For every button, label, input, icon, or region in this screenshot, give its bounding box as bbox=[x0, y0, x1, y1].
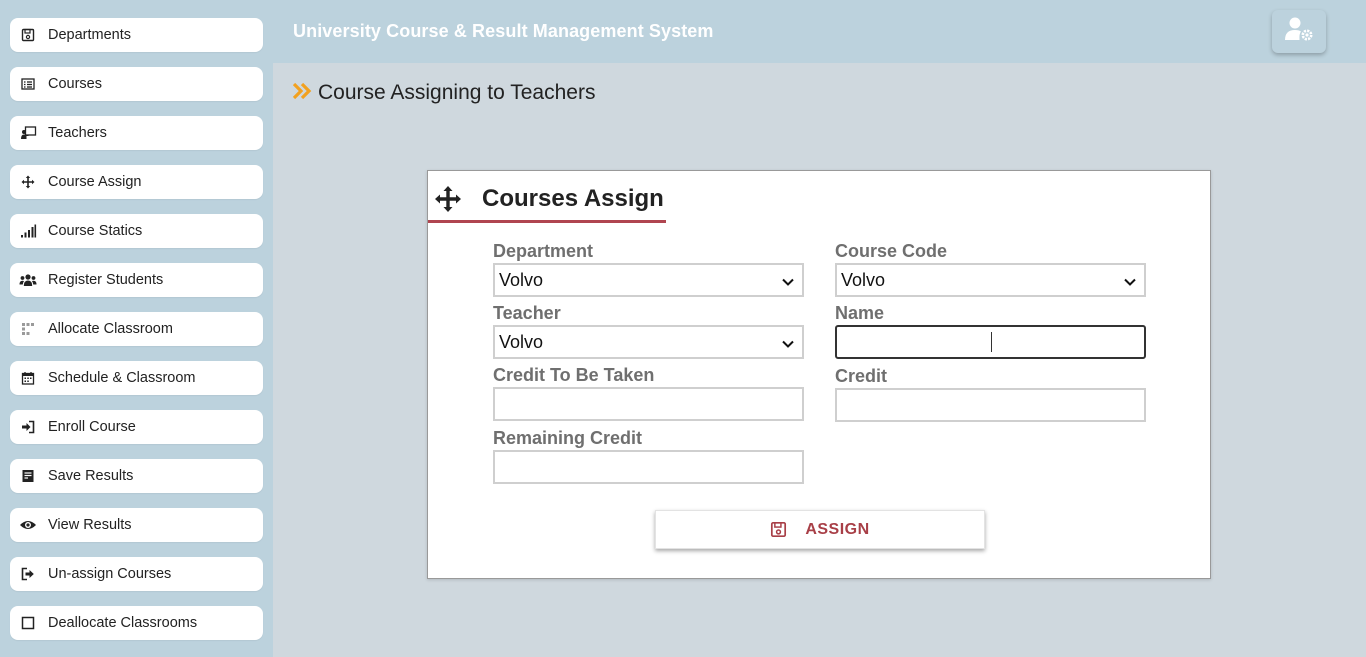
sidebar-item-label: Schedule & Classroom bbox=[48, 370, 196, 386]
sidebar-item-label: Course Statics bbox=[48, 223, 143, 239]
sidebar-item-label: Enroll Course bbox=[48, 419, 136, 435]
user-settings-button[interactable] bbox=[1272, 10, 1326, 53]
name-label: Name bbox=[835, 303, 885, 323]
square-icon bbox=[19, 615, 37, 631]
form-header: Courses Assign bbox=[428, 171, 666, 223]
sidebar-item-label: Register Students bbox=[48, 272, 164, 288]
department-select[interactable]: Volvo bbox=[493, 263, 804, 297]
sidebar-item-departments[interactable]: Departments bbox=[10, 18, 263, 52]
name-input[interactable] bbox=[835, 325, 1146, 359]
remaining-credit-label: Remaining Credit bbox=[493, 428, 643, 448]
credit-to-be-taken-label: Credit To Be Taken bbox=[493, 365, 655, 385]
teacher-select[interactable]: Volvo bbox=[493, 325, 804, 359]
sidebar-item-deallocate-classrooms[interactable]: Deallocate Classrooms bbox=[10, 606, 263, 640]
text-cursor bbox=[991, 332, 992, 352]
sidebar-item-label: Save Results bbox=[48, 468, 134, 484]
eye-icon bbox=[19, 517, 37, 533]
signal-icon bbox=[19, 223, 37, 239]
sidebar-item-course-assign[interactable]: Course Assign bbox=[10, 165, 263, 199]
arrows-move-icon bbox=[434, 185, 462, 213]
sidebar-item-label: View Results bbox=[48, 517, 132, 533]
sidebar-item-save-results[interactable]: Save Results bbox=[10, 459, 263, 493]
app-title: University Course & Result Management Sy… bbox=[293, 21, 714, 41]
course-code-select[interactable]: Volvo bbox=[835, 263, 1146, 297]
calendar-icon bbox=[19, 370, 37, 386]
sidebar-item-allocate-classroom[interactable]: Allocate Classroom bbox=[10, 312, 263, 346]
user-cog-icon bbox=[1284, 16, 1314, 47]
department-label: Department bbox=[493, 241, 594, 261]
remaining-credit-input[interactable] bbox=[493, 450, 804, 484]
teacher-selected-value: Volvo bbox=[499, 331, 544, 352]
sidebar-item-courses[interactable]: Courses bbox=[10, 67, 263, 101]
top-header: University Course & Result Management Sy… bbox=[273, 0, 1366, 63]
assign-button-label: ASSIGN bbox=[805, 520, 870, 538]
sidebar-item-label: Departments bbox=[48, 27, 132, 43]
sidebar-item-teachers[interactable]: Teachers bbox=[10, 116, 263, 150]
sidebar-item-label: Teachers bbox=[48, 125, 107, 141]
sidebar-item-enroll-course[interactable]: Enroll Course bbox=[10, 410, 263, 444]
list-icon bbox=[19, 76, 37, 92]
sidebar-item-label: Deallocate Classrooms bbox=[48, 615, 198, 631]
course-assign-form: Courses Assign Department Volvo Teacher … bbox=[427, 170, 1211, 579]
page-title: Course Assigning to Teachers bbox=[292, 80, 596, 106]
sign-in-icon bbox=[19, 419, 37, 435]
chevron-down-icon bbox=[1124, 270, 1136, 291]
grid-icon bbox=[19, 321, 37, 337]
sidebar-item-unassign-courses[interactable]: Un-assign Courses bbox=[10, 557, 263, 591]
sidebar-item-schedule-classroom[interactable]: Schedule & Classroom bbox=[10, 361, 263, 395]
sidebar-item-register-students[interactable]: Register Students bbox=[10, 263, 263, 297]
chevron-down-icon bbox=[782, 270, 794, 291]
credit-label: Credit bbox=[835, 366, 888, 386]
course-code-label: Course Code bbox=[835, 241, 948, 261]
users-icon bbox=[19, 272, 37, 288]
sidebar-item-label: Allocate Classroom bbox=[48, 321, 173, 337]
assign-button[interactable]: ASSIGN bbox=[655, 510, 985, 549]
department-selected-value: Volvo bbox=[499, 269, 544, 290]
form-heading: Courses Assign bbox=[482, 185, 664, 212]
document-icon bbox=[19, 468, 37, 484]
save-icon bbox=[770, 521, 787, 538]
sidebar-item-course-statics[interactable]: Course Statics bbox=[10, 214, 263, 248]
credit-input[interactable] bbox=[835, 388, 1146, 422]
sidebar-item-label: Course Assign bbox=[48, 174, 142, 190]
sidebar-item-view-results[interactable]: View Results bbox=[10, 508, 263, 542]
chevron-down-icon bbox=[782, 332, 794, 353]
teacher-label: Teacher bbox=[493, 303, 561, 323]
sign-out-icon bbox=[19, 566, 37, 582]
sidebar: Departments Courses Teachers Course Assi… bbox=[0, 0, 273, 657]
move-icon bbox=[19, 174, 37, 190]
credit-to-be-taken-input[interactable] bbox=[493, 387, 804, 421]
sidebar-item-label: Courses bbox=[48, 76, 102, 92]
double-chevron-right-icon bbox=[292, 80, 313, 106]
course-code-selected-value: Volvo bbox=[841, 269, 886, 290]
chalkboard-teacher-icon bbox=[19, 125, 37, 141]
sidebar-item-label: Un-assign Courses bbox=[48, 566, 172, 582]
page-title-text: Course Assigning to Teachers bbox=[318, 81, 596, 104]
save-icon bbox=[19, 27, 37, 43]
